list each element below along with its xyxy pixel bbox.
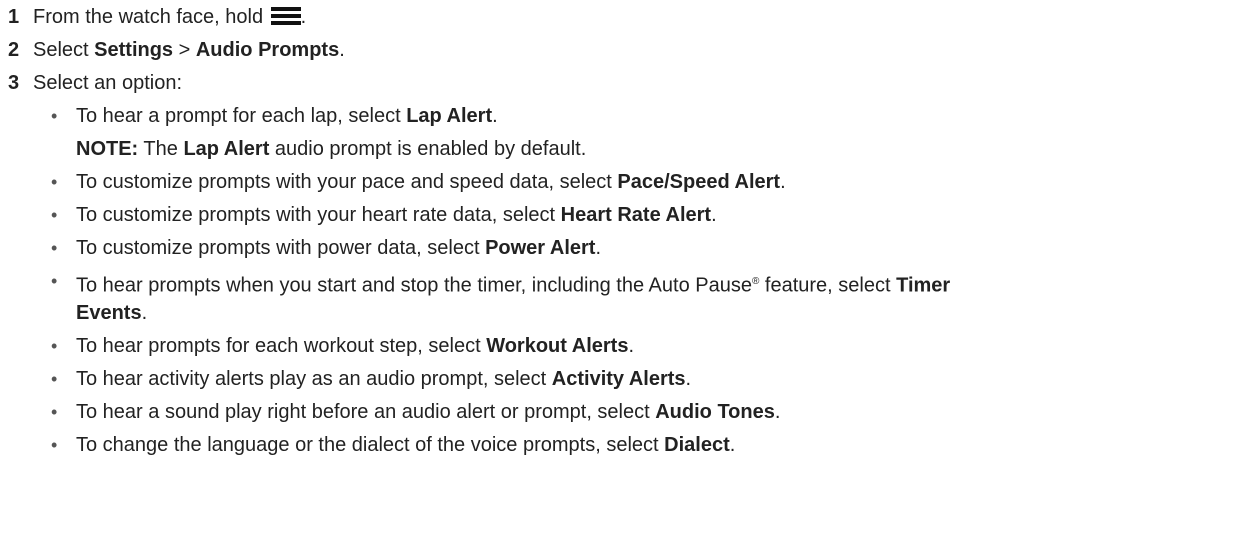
option-text-end: .	[780, 171, 786, 193]
option-text: To hear a prompt for each lap, select	[76, 105, 407, 127]
list-item: • To hear prompts for each workout step,…	[0, 333, 1252, 366]
option-text-end: .	[685, 367, 692, 390]
instruction-steps: 1 From the watch face, hold . 2 Select S…	[0, 0, 1252, 461]
option-text: To change the language or the dialect of…	[76, 433, 665, 456]
option-text-end: .	[711, 204, 717, 226]
note-text-end: audio prompt is enabled by default.	[269, 138, 587, 160]
bullet: •	[51, 434, 58, 455]
step-text: From the watch face, hold	[33, 6, 269, 28]
option-text-end: .	[774, 400, 781, 423]
step-number: 3	[8, 72, 20, 94]
step-2: 2 Select Settings > Audio Prompts.	[0, 37, 1252, 70]
option-text: To customize prompts with your heart rat…	[76, 204, 561, 226]
list-item: • To hear a sound play right before an a…	[0, 399, 1252, 432]
option-text: To hear prompts when you start and stop …	[76, 274, 752, 297]
note-option-name: Lap Alert	[183, 138, 270, 160]
bullet: •	[51, 335, 58, 356]
settings-menu-label: Settings	[94, 39, 174, 61]
option-text-end: .	[628, 334, 635, 357]
bullet: •	[51, 401, 58, 422]
option-text-end: .	[595, 237, 602, 259]
step-text: Select	[33, 39, 95, 61]
note-text: The	[138, 138, 184, 160]
option-text-mid: feature, select	[759, 274, 897, 297]
option-name-part-2: Events	[76, 301, 142, 324]
bullet: •	[51, 368, 58, 389]
option-text-line-2: Events.	[76, 300, 1242, 327]
list-item: • To customize prompts with your heart r…	[0, 202, 1252, 235]
note: NOTE: The Lap Alert audio prompt is enab…	[0, 136, 1252, 169]
bullet: •	[51, 205, 58, 225]
bullet: •	[51, 238, 58, 258]
step-text-end: .	[339, 39, 345, 61]
step-number: 1	[8, 6, 20, 28]
option-text: To hear a sound play right before an aud…	[76, 400, 656, 423]
step-3: 3 Select an option:	[0, 70, 1252, 103]
option-name: Heart Rate Alert	[560, 204, 712, 226]
bullet: •	[51, 172, 58, 192]
bullet: •	[51, 271, 58, 291]
note-label: NOTE:	[76, 138, 139, 160]
option-text-line-1: To hear prompts when you start and stop …	[76, 268, 1242, 300]
option-name-part-1: Timer	[896, 274, 951, 297]
option-name: Workout Alerts	[486, 334, 629, 357]
option-name: Dialect	[664, 433, 730, 456]
list-item: • To customize prompts with power data, …	[0, 235, 1252, 268]
bullet: •	[51, 106, 58, 126]
option-name: Lap Alert	[406, 105, 493, 127]
separator: >	[173, 39, 196, 61]
option-text-end: .	[492, 105, 498, 127]
option-text: To hear activity alerts play as an audio…	[76, 367, 552, 390]
option-text: To customize prompts with your pace and …	[76, 171, 618, 193]
audio-prompts-menu-label: Audio Prompts	[195, 39, 340, 61]
option-text: To hear prompts for each workout step, s…	[76, 334, 487, 357]
option-name: Pace/Speed Alert	[617, 171, 781, 193]
list-item: • To hear prompts when you start and sto…	[0, 268, 1252, 327]
step-1: 1 From the watch face, hold .	[0, 4, 1252, 37]
step-number: 2	[8, 39, 20, 61]
option-name: Audio Tones	[655, 400, 775, 423]
menu-icon	[270, 6, 301, 26]
option-text-end: .	[729, 433, 736, 456]
option-name: Activity Alerts	[551, 367, 686, 390]
option-list: • To hear a prompt for each lap, select …	[0, 103, 1252, 465]
step-text-end: .	[300, 6, 307, 28]
list-item: • To change the language or the dialect …	[0, 432, 1252, 465]
option-text-end: .	[141, 301, 148, 324]
option-text: To customize prompts with power data, se…	[76, 237, 486, 259]
list-item: • To hear a prompt for each lap, select …	[0, 103, 1252, 136]
list-item: • To hear activity alerts play as an aud…	[0, 366, 1252, 399]
step-text: Select an option:	[33, 72, 182, 94]
list-item: • To customize prompts with your pace an…	[0, 169, 1252, 202]
option-name: Power Alert	[485, 237, 596, 259]
